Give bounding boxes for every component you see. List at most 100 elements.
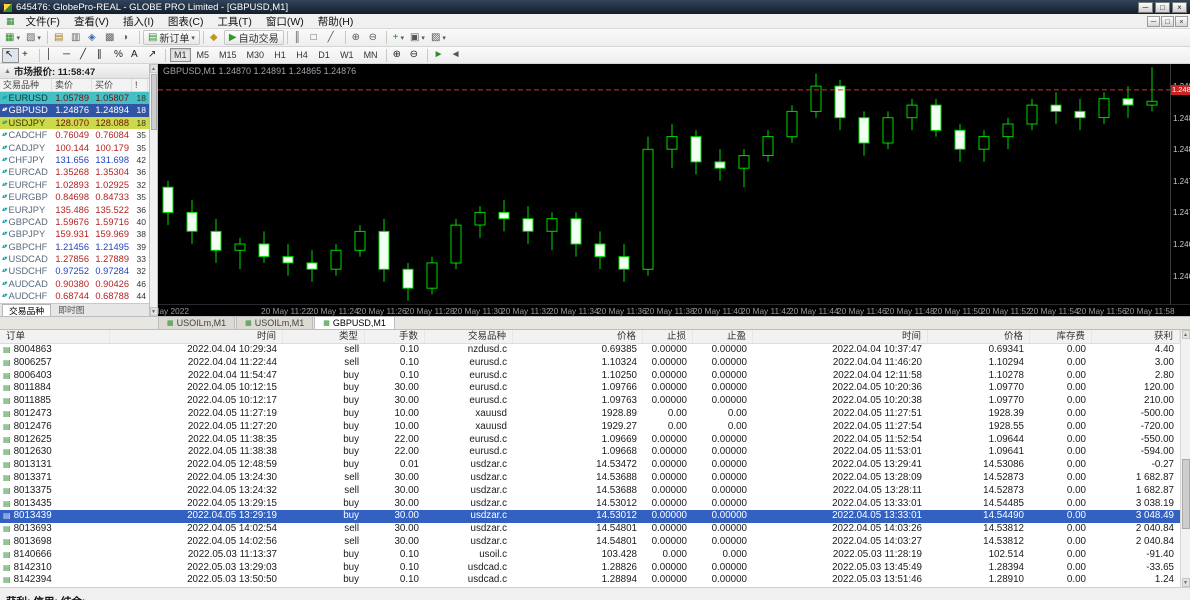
timeframe-mn-button[interactable]: MN (360, 48, 382, 62)
trendline-button[interactable]: ╱ (77, 48, 94, 63)
new-chart-button[interactable]: ▦▾ (2, 30, 23, 45)
menu-item-5[interactable]: 窗口(W) (259, 14, 311, 29)
market-watch-scroll-up-icon[interactable]: ▲ (150, 64, 158, 73)
timeframe-m5-button[interactable]: M5 (193, 48, 214, 62)
new-order-button[interactable]: ▤新订单▾ (143, 30, 200, 45)
templates-button[interactable]: ▨▾ (428, 30, 449, 45)
zoom-out-button[interactable]: ⊖ (366, 30, 383, 45)
market-watch-row-cadjpy[interactable]: ▴▾CADJPY100.144100.17935 (0, 142, 149, 154)
timeframe-h4-button[interactable]: H4 (292, 48, 312, 62)
periods-list-button[interactable]: ▣▾ (407, 30, 428, 45)
history-row-8012476[interactable]: ▤80124762022.04.05 11:27:20buy10.00xauus… (0, 421, 1180, 434)
indicators-list-button[interactable]: +▾ (390, 30, 407, 45)
history-row-8142394[interactable]: ▤81423942022.05.03 13:50:50buy0.10usdcad… (0, 574, 1180, 587)
profiles-button[interactable]: ▧▾ (23, 30, 44, 45)
terminal-column-10[interactable]: 库存费 (1030, 330, 1092, 343)
chart-candlesticks-button[interactable]: □ (308, 30, 325, 45)
terminal-scrollbar[interactable]: ▲ ▼ (1180, 330, 1190, 587)
timeframe-w1-button[interactable]: W1 (336, 48, 358, 62)
candlestick-chart[interactable] (158, 64, 1170, 304)
market-watch-scrollbar[interactable]: ▲ ▼ (150, 64, 158, 316)
history-row-8013435[interactable]: ▤80134352022.04.05 13:29:15buy30.00usdza… (0, 498, 1180, 511)
market-watch-column-2[interactable]: 买价 (92, 79, 132, 91)
history-row-8012625[interactable]: ▤80126252022.04.05 11:38:35buy22.00eurus… (0, 434, 1180, 447)
market-watch-row-gbpjpy[interactable]: ▴▾GBPJPY159.931159.96938 (0, 228, 149, 240)
market-watch-column-1[interactable]: 卖价 (52, 79, 92, 91)
market-watch-row-eurusd[interactable]: ▴▾EURUSD1.057891.0580718 (0, 92, 149, 104)
price-axis[interactable]: 1.246001.246501.247001.247501.248001.248… (1170, 64, 1190, 304)
market-watch-tab-1[interactable]: 即时图 (52, 304, 90, 316)
zoom-in-chart-button[interactable]: ⊕ (390, 48, 407, 63)
menu-item-1[interactable]: 查看(V) (67, 14, 116, 29)
terminal-scroll-down-icon[interactable]: ▼ (1182, 578, 1190, 587)
auto-trading-button[interactable]: ▶自动交易 (224, 30, 284, 45)
terminal-column-0[interactable]: 订单 (0, 330, 110, 343)
timeframe-m30-button[interactable]: M30 (243, 48, 269, 62)
terminal-scrollbar-thumb[interactable] (1182, 459, 1190, 529)
history-row-8013693[interactable]: ▤80136932022.04.05 14:02:54sell30.00usdz… (0, 523, 1180, 536)
history-row-8011884[interactable]: ▤80118842022.04.05 10:12:15buy30.00eurus… (0, 382, 1180, 395)
menu-item-2[interactable]: 插入(I) (116, 14, 161, 29)
menu-item-3[interactable]: 图表(C) (161, 14, 211, 29)
market-watch-column-0[interactable]: 交易品种 (0, 79, 52, 91)
data-window-button[interactable]: ▥ (68, 30, 85, 45)
minimize-button[interactable]: ─ (1138, 2, 1153, 13)
terminal-column-11[interactable]: 获利 (1092, 330, 1180, 343)
history-row-8013131[interactable]: ▤80131312022.04.05 12:48:59buy0.01usdzar… (0, 459, 1180, 472)
history-row-8142310[interactable]: ▤81423102022.05.03 13:29:03buy0.10usdcad… (0, 562, 1180, 575)
auto-scroll-button[interactable]: ► (431, 48, 448, 63)
timeframe-h1-button[interactable]: H1 (270, 48, 290, 62)
menu-item-6[interactable]: 帮助(H) (311, 14, 361, 29)
market-watch-row-eurchf[interactable]: ▴▾EURCHF1.028931.0292532 (0, 179, 149, 191)
timeframe-m15-button[interactable]: M15 (215, 48, 241, 62)
terminal-column-7[interactable]: 止盈 (693, 330, 753, 343)
chart-tab-2[interactable]: ▦GBPUSD,M1 (314, 316, 395, 329)
market-watch-row-eurcad[interactable]: ▴▾EURCAD1.352681.3530436 (0, 166, 149, 178)
history-row-8140666[interactable]: ▤81406662022.05.03 11:13:37buy0.10usoil.… (0, 549, 1180, 562)
chart-shift-button[interactable]: ◄ (448, 48, 465, 63)
menu-item-4[interactable]: 工具(T) (210, 14, 258, 29)
history-row-8013375[interactable]: ▤80133752022.04.05 13:24:32sell30.00usdz… (0, 485, 1180, 498)
zoom-in-button[interactable]: ⊕ (349, 30, 366, 45)
timeframe-d1-button[interactable]: D1 (314, 48, 334, 62)
market-watch-row-eurjpy[interactable]: ▴▾EURJPY135.486135.52236 (0, 204, 149, 216)
crosshair-button[interactable]: + (19, 48, 36, 63)
market-watch-toggle-button[interactable]: ▤ (51, 30, 68, 45)
chart-tab-0[interactable]: ▦USOILm,M1 (158, 316, 235, 329)
terminal-toggle-button[interactable]: ▩ (102, 30, 119, 45)
history-row-8006403[interactable]: ▤80064032022.04.04 11:54:47buy0.10eurusd… (0, 370, 1180, 383)
history-row-8013698[interactable]: ▤80136982022.04.05 14:02:56sell30.00usdz… (0, 536, 1180, 549)
metaeditor-button[interactable]: ◆ (207, 30, 224, 45)
chart-bars-button[interactable]: ║ (291, 30, 308, 45)
history-row-8006257[interactable]: ▤80062572022.04.04 11:22:44sell0.10eurus… (0, 357, 1180, 370)
terminal-column-2[interactable]: 类型 (283, 330, 365, 343)
market-watch-column-3[interactable]: ! (132, 79, 148, 91)
chart-area[interactable]: GBPUSD,M1 1.24870 1.24891 1.24865 1.2487… (158, 64, 1190, 316)
equidistant-channel-button[interactable]: ∥ (94, 48, 111, 63)
history-row-8011885[interactable]: ▤80118852022.04.05 10:12:17buy30.00eurus… (0, 395, 1180, 408)
mdi-close-button[interactable]: × (1175, 16, 1188, 27)
market-watch-scroll-down-icon[interactable]: ▼ (150, 307, 158, 316)
market-watch-tab-0[interactable]: 交易品种 (2, 304, 51, 316)
market-watch-row-gbpchf[interactable]: ▴▾GBPCHF1.214561.2149539 (0, 241, 149, 253)
terminal-scroll-up-icon[interactable]: ▲ (1182, 330, 1190, 339)
close-button[interactable]: × (1172, 2, 1187, 13)
market-watch-row-cadchf[interactable]: ▴▾CADCHF0.760490.7608435 (0, 129, 149, 141)
terminal-column-8[interactable]: 时间 (753, 330, 928, 343)
chart-line-button[interactable]: ╱ (325, 30, 342, 45)
terminal-column-4[interactable]: 交易品种 (425, 330, 513, 343)
horizontal-line-button[interactable]: ─ (60, 48, 77, 63)
market-watch-row-audchf[interactable]: ▴▾AUDCHF0.687440.6878844 (0, 290, 149, 302)
mdi-minimize-button[interactable]: ─ (1147, 16, 1160, 27)
vertical-line-button[interactable]: │ (43, 48, 60, 63)
time-axis[interactable]: 20 May 202220 May 11:2220 May 11:2420 Ma… (158, 304, 1190, 316)
market-watch-row-usdjpy[interactable]: ▴▾USDJPY128.070128.08818 (0, 117, 149, 129)
market-watch-row-usdcad[interactable]: ▴▾USDCAD1.278561.2788933 (0, 253, 149, 265)
market-watch-row-chfjpy[interactable]: ▴▾CHFJPY131.656131.69842 (0, 154, 149, 166)
market-watch-row-gbpusd[interactable]: ▴▾GBPUSD1.248761.2489418 (0, 104, 149, 116)
maximize-button[interactable]: □ (1155, 2, 1170, 13)
terminal-column-6[interactable]: 止损 (643, 330, 693, 343)
zoom-out-chart-button[interactable]: ⊖ (407, 48, 424, 63)
text-label-button[interactable]: A (128, 48, 145, 63)
terminal-column-1[interactable]: 时间 (110, 330, 283, 343)
